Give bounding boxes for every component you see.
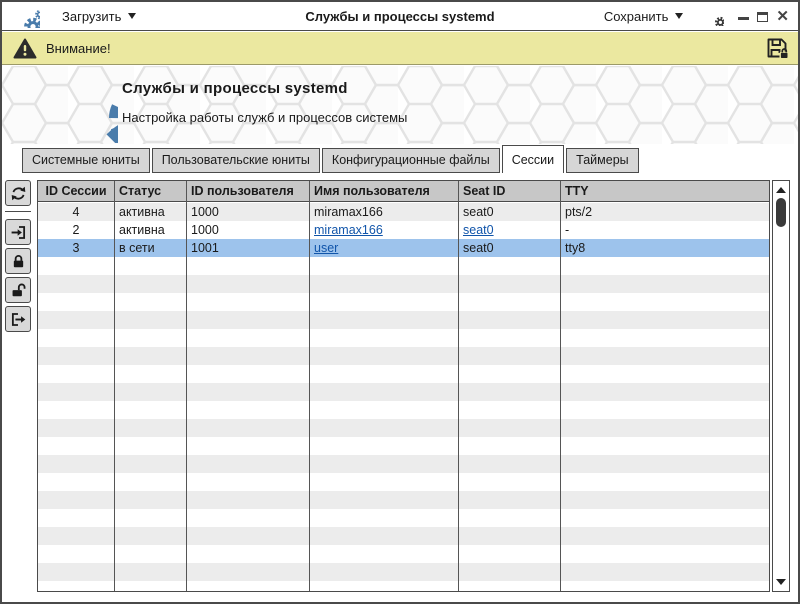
- login-session-button[interactable]: [5, 219, 31, 245]
- tab-2[interactable]: Конфигурационные файлы: [322, 148, 500, 173]
- app-window: Службы и процессы systemd Загрузить Сохр…: [0, 0, 800, 604]
- sessions-table: ID СессииСтатусID пользователяИмя пользо…: [37, 180, 770, 592]
- scroll-down-arrow-icon[interactable]: [776, 579, 786, 585]
- side-toolbar: [5, 180, 32, 335]
- title-bar: Службы и процессы systemd Загрузить Сохр…: [2, 2, 798, 31]
- settings-gear-icon[interactable]: [705, 7, 724, 26]
- chevron-down-icon: [128, 13, 136, 19]
- save-menu-button[interactable]: Сохранить: [598, 5, 690, 28]
- column-divider: [114, 181, 115, 591]
- vertical-scrollbar[interactable]: [772, 180, 790, 592]
- warning-label: Внимание!: [46, 41, 111, 56]
- column-header[interactable]: TTY: [560, 184, 769, 198]
- tab-3[interactable]: Сессии: [502, 145, 564, 173]
- login-icon: [10, 224, 27, 241]
- load-menu-label: Загрузить: [62, 9, 121, 24]
- table-row[interactable]: 2активна1000 miramax166 seat0 -: [38, 221, 769, 239]
- column-divider: [560, 181, 561, 591]
- table-cell: seat0: [458, 239, 560, 257]
- unlock-icon: [10, 282, 27, 299]
- table-row[interactable]: 4активна1000miramax166seat0pts/2: [38, 203, 769, 221]
- column-divider: [458, 181, 459, 591]
- table-cell: seat0: [458, 221, 560, 239]
- table-cell: -: [560, 221, 769, 239]
- table-cell: активна: [114, 203, 186, 221]
- tab-1[interactable]: Пользовательские юниты: [152, 148, 320, 173]
- lock-session-button[interactable]: [5, 248, 31, 274]
- main-area: ID СессииСтатусID пользователяИмя пользо…: [2, 173, 798, 602]
- table-cell: 1001: [186, 239, 309, 257]
- table-cell: 1000: [186, 203, 309, 221]
- scrollbar-thumb[interactable]: [776, 198, 786, 227]
- column-divider: [186, 181, 187, 591]
- cell-link[interactable]: user: [314, 241, 338, 255]
- cell-link[interactable]: seat0: [463, 223, 494, 237]
- table-body: 4активна1000miramax166seat0pts/22активна…: [38, 203, 769, 591]
- table-cell: seat0: [458, 203, 560, 221]
- refresh-button[interactable]: [5, 180, 31, 206]
- page-subtitle: Настройка работы служб и процессов систе…: [122, 110, 407, 125]
- table-cell: 1000: [186, 221, 309, 239]
- minimize-button[interactable]: [738, 17, 749, 20]
- table-cell: user: [309, 239, 458, 257]
- chevron-down-icon: [675, 13, 683, 19]
- tab-0[interactable]: Системные юниты: [22, 148, 150, 173]
- cell-link[interactable]: miramax166: [314, 223, 383, 237]
- page-title: Службы и процессы systemd: [122, 80, 407, 97]
- table-cell: 3: [38, 239, 114, 257]
- logout-session-button[interactable]: [5, 306, 31, 332]
- header-banner: Службы и процессы systemd Настройка рабо…: [2, 66, 798, 144]
- table-cell: 4: [38, 203, 114, 221]
- column-header[interactable]: Seat ID: [458, 184, 560, 198]
- refresh-icon: [10, 185, 27, 202]
- save-menu-label: Сохранить: [604, 9, 669, 24]
- column-header[interactable]: ID пользователя: [186, 184, 309, 198]
- table-header: ID СессииСтатусID пользователяИмя пользо…: [38, 181, 769, 202]
- lock-icon: [10, 253, 27, 270]
- column-header[interactable]: Статус: [114, 184, 186, 198]
- table-cell: miramax166: [309, 203, 458, 221]
- table-cell: 2: [38, 221, 114, 239]
- unlock-session-button[interactable]: [5, 277, 31, 303]
- app-gears-icon: [10, 4, 40, 28]
- column-header[interactable]: Имя пользователя: [309, 184, 458, 198]
- column-header[interactable]: ID Сессии: [38, 184, 114, 198]
- table-cell: miramax166: [309, 221, 458, 239]
- close-button[interactable]: ✕: [776, 12, 789, 22]
- warning-bar: Внимание!: [2, 32, 798, 65]
- scroll-up-arrow-icon[interactable]: [776, 187, 786, 193]
- table-cell: pts/2: [560, 203, 769, 221]
- table-cell: tty8: [560, 239, 769, 257]
- app-logo-gears: [22, 69, 118, 143]
- maximize-button[interactable]: [757, 12, 768, 22]
- table-cell: активна: [114, 221, 186, 239]
- tab-bar: Системные юнитыПользовательские юнитыКон…: [22, 144, 798, 173]
- toolbar-separator: [5, 211, 31, 212]
- warning-triangle-icon: [13, 38, 37, 59]
- load-menu-button[interactable]: Загрузить: [56, 5, 142, 28]
- table-row[interactable]: 3в сети1001 user seat0tty8: [38, 239, 769, 257]
- logout-icon: [10, 311, 27, 328]
- tab-4[interactable]: Таймеры: [566, 148, 639, 173]
- column-divider: [309, 181, 310, 591]
- save-file-icon[interactable]: [764, 35, 790, 61]
- table-cell: в сети: [114, 239, 186, 257]
